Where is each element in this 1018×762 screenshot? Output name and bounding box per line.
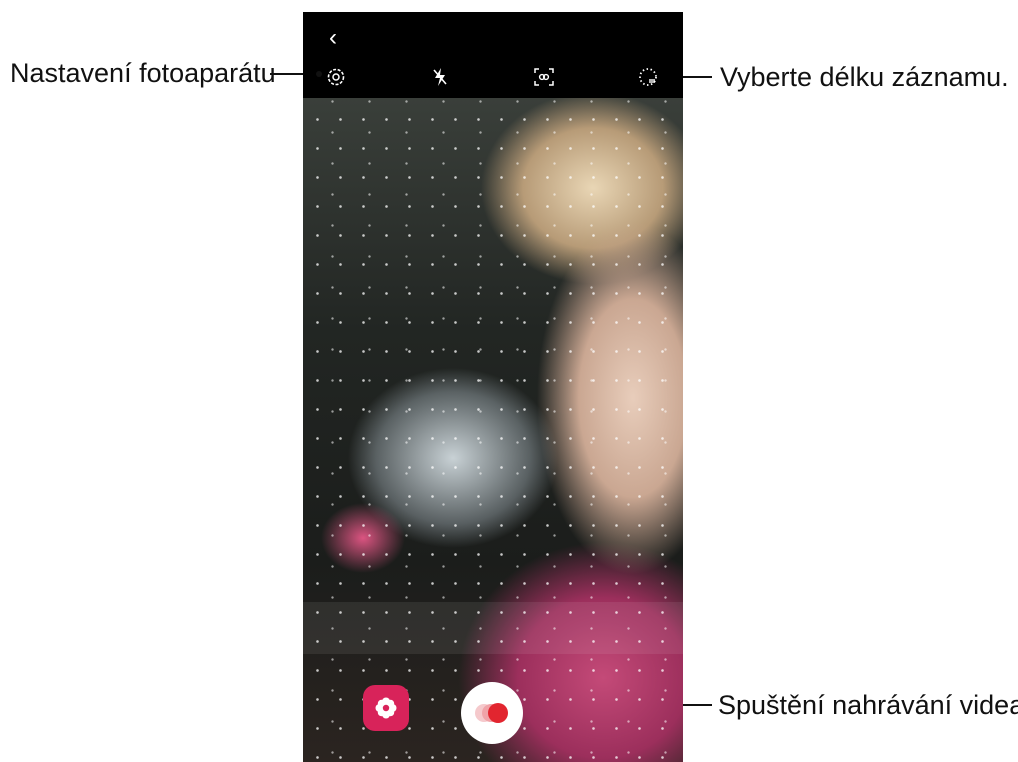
record-button[interactable] — [461, 682, 523, 744]
camera-settings-callout: Nastavení fotoaparátu — [10, 58, 276, 88]
water-splash-overlay — [303, 98, 683, 762]
camera-screen: ‹ — [303, 12, 683, 762]
back-icon[interactable]: ‹ — [329, 26, 349, 50]
flower-icon — [375, 697, 397, 719]
motion-detection-icon[interactable] — [531, 64, 557, 90]
flash-off-icon[interactable] — [427, 64, 453, 90]
mode-label-strip — [303, 602, 683, 654]
camera-viewfinder — [303, 98, 683, 762]
settings-leader-dot — [316, 71, 322, 77]
record-length-callout: Vyberte délku záznamu. — [720, 62, 1009, 92]
record-length-icon[interactable] — [635, 64, 661, 90]
start-recording-callout: Spuštění nahrávání videa. — [718, 690, 1018, 720]
settings-gear-icon[interactable] — [323, 64, 349, 90]
effects-button[interactable] — [363, 685, 409, 731]
record-icon — [475, 703, 508, 723]
camera-top-bar: ‹ — [303, 12, 683, 98]
